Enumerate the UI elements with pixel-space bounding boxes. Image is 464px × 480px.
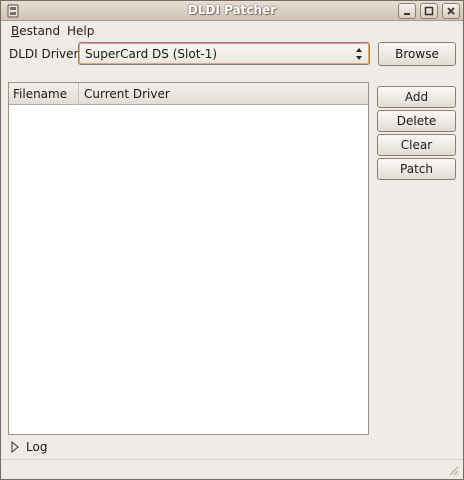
maximize-icon (424, 6, 434, 16)
delete-button[interactable]: Delete (377, 110, 456, 132)
title-bar[interactable]: DLDI Patcher (1, 1, 463, 21)
list-header: Filename Current Driver (9, 83, 368, 105)
menu-bestand[interactable]: Bestand (11, 24, 60, 38)
menu-bar: Bestand Help (1, 22, 463, 42)
menu-help[interactable]: Help (67, 24, 94, 38)
minimize-button[interactable] (398, 3, 416, 19)
close-button[interactable] (442, 3, 460, 19)
updown-arrows-icon (356, 48, 362, 60)
column-filename[interactable]: Filename (9, 83, 79, 105)
log-label: Log (26, 440, 48, 454)
dldi-driver-value: SuperCard DS (Slot-1) (85, 47, 218, 61)
file-list[interactable]: Filename Current Driver (8, 82, 369, 435)
dldi-driver-select[interactable]: SuperCard DS (Slot-1) (78, 42, 370, 65)
dldi-patcher-window: DLDI Patcher Bestand Help DLDI Driver: S… (0, 0, 464, 480)
minimize-icon (404, 13, 410, 15)
status-bar (1, 459, 463, 479)
add-button[interactable]: Add (377, 86, 456, 108)
patch-button[interactable]: Patch (377, 158, 456, 180)
dldi-driver-label: DLDI Driver: (9, 47, 83, 61)
window-title: DLDI Patcher (187, 3, 277, 17)
clear-button[interactable]: Clear (377, 134, 456, 156)
resize-grip-icon[interactable] (447, 464, 459, 476)
browse-button[interactable]: Browse (378, 42, 456, 66)
close-icon (447, 7, 455, 15)
maximize-button[interactable] (420, 3, 438, 19)
menu-bestand-mnemonic: B (11, 24, 20, 38)
column-current-driver[interactable]: Current Driver (80, 83, 368, 105)
log-expander[interactable]: Log (10, 439, 47, 455)
expand-arrow-icon (11, 441, 19, 453)
menu-bestand-label: estand (19, 24, 61, 38)
